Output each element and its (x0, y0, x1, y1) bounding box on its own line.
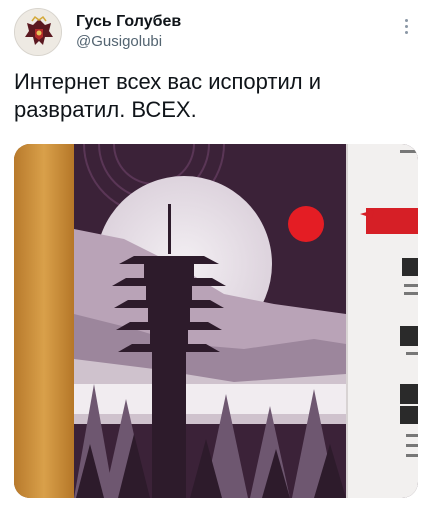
coat-of-arms-icon (15, 9, 61, 55)
author-handle[interactable]: @Gusigolubi (76, 33, 162, 51)
tweet-card: Гусь Голубев @Gusigolubi Интернет всех в… (0, 0, 432, 512)
pagoda-poster-image (14, 144, 418, 498)
tweet-text: Интернет всех вас испортил и развратил. … (14, 69, 321, 122)
more-vertical-icon[interactable] (396, 14, 416, 38)
author-avatar[interactable] (14, 8, 62, 56)
author-name[interactable]: Гусь Голубев (76, 12, 181, 32)
tweet-photo[interactable] (14, 144, 418, 498)
